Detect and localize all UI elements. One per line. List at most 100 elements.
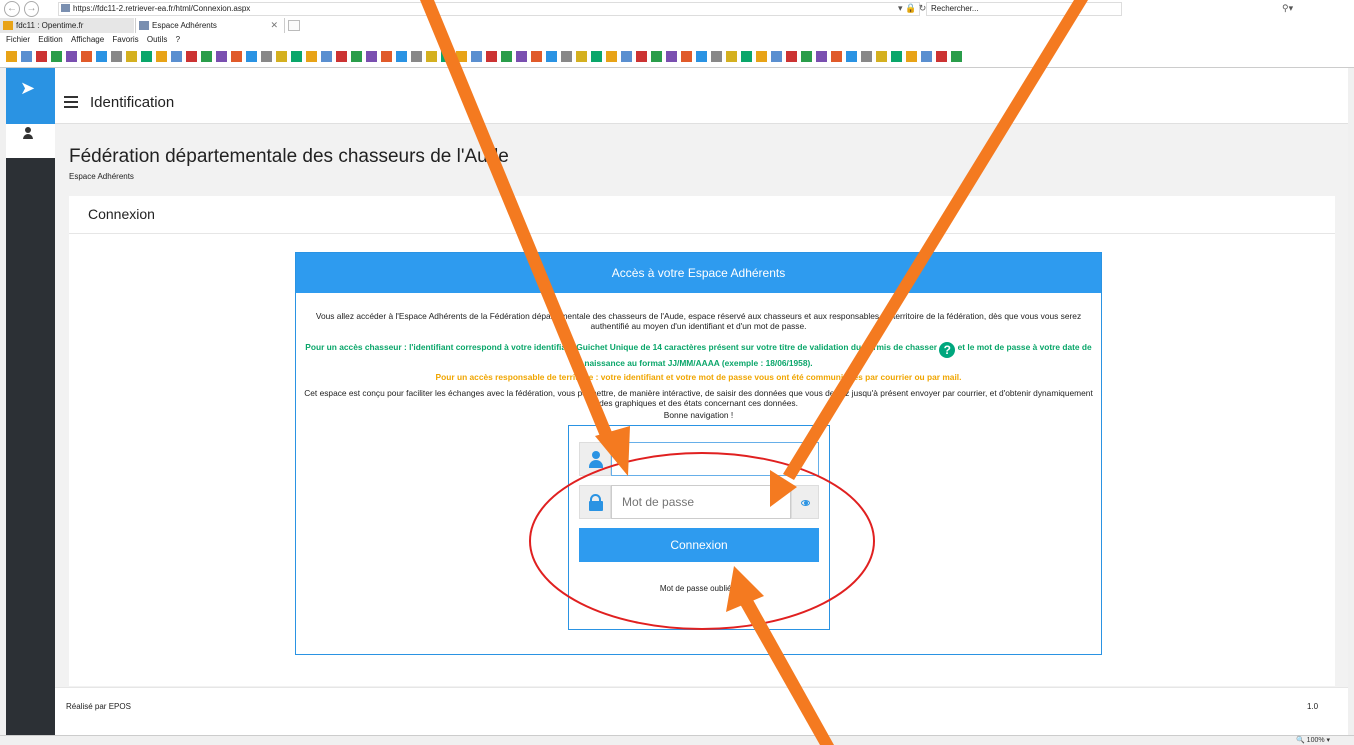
bookmark-icon[interactable] bbox=[21, 51, 32, 62]
bookmark-icon[interactable] bbox=[291, 51, 302, 62]
menu-fichier[interactable]: Fichier bbox=[6, 33, 30, 46]
bookmark-icon[interactable] bbox=[936, 51, 947, 62]
bookmark-icon[interactable] bbox=[501, 51, 512, 62]
bookmark-icon[interactable] bbox=[636, 51, 647, 62]
bookmark-icon[interactable] bbox=[771, 51, 782, 62]
close-icon[interactable]: ✕ bbox=[270, 18, 278, 33]
bookmark-icon[interactable] bbox=[846, 51, 857, 62]
bookmark-icon[interactable] bbox=[831, 51, 842, 62]
bookmark-icon[interactable] bbox=[681, 51, 692, 62]
bookmark-icon[interactable] bbox=[66, 51, 77, 62]
bookmark-icon[interactable] bbox=[231, 51, 242, 62]
bookmark-icon[interactable] bbox=[156, 51, 167, 62]
connexion-button[interactable]: Connexion bbox=[579, 528, 819, 562]
bookmark-icon[interactable] bbox=[6, 51, 17, 62]
site-favicon-icon bbox=[139, 21, 149, 30]
bookmark-icon[interactable] bbox=[426, 51, 437, 62]
zoom-level[interactable]: 🔍 100% ▾ bbox=[1296, 736, 1330, 744]
bookmark-icon[interactable] bbox=[351, 51, 362, 62]
bookmark-icon[interactable] bbox=[666, 51, 677, 62]
bookmark-icon[interactable] bbox=[606, 51, 617, 62]
bookmark-icon[interactable] bbox=[471, 51, 482, 62]
bookmark-icon[interactable] bbox=[306, 51, 317, 62]
bookmark-icon[interactable] bbox=[741, 51, 752, 62]
bookmark-icon[interactable] bbox=[651, 51, 662, 62]
bookmark-icon[interactable] bbox=[921, 51, 932, 62]
bookmark-icon[interactable] bbox=[801, 51, 812, 62]
bookmark-icon[interactable] bbox=[396, 51, 407, 62]
search-icon[interactable]: ⚲▾ bbox=[1282, 3, 1293, 14]
access-panel: Accès à votre Espace Adhérents Vous alle… bbox=[295, 252, 1102, 655]
bookmark-icon[interactable] bbox=[51, 51, 62, 62]
menu-favoris[interactable]: Favoris bbox=[112, 33, 138, 46]
bookmark-icon[interactable] bbox=[81, 51, 92, 62]
bookmark-icon[interactable] bbox=[456, 51, 467, 62]
bookmark-icon[interactable] bbox=[336, 51, 347, 62]
address-bar[interactable]: https://fdc11-2.retriever-ea.fr/html/Con… bbox=[58, 2, 920, 16]
forgot-password-link[interactable]: Mot de passe oublié ? bbox=[579, 584, 819, 593]
bookmark-icon[interactable] bbox=[36, 51, 47, 62]
bookmark-icon[interactable] bbox=[951, 51, 962, 62]
eye-icon[interactable] bbox=[791, 485, 819, 519]
hunter-info: Pour un accès chasseur : l'identifiant c… bbox=[304, 342, 1093, 368]
menu-edition[interactable]: Edition bbox=[38, 33, 62, 46]
bookmark-icon[interactable] bbox=[546, 51, 557, 62]
app-sidebar: ➤ bbox=[6, 68, 55, 735]
new-tab-button[interactable] bbox=[288, 20, 300, 31]
bookmark-icon[interactable] bbox=[141, 51, 152, 62]
menu-affichage[interactable]: Affichage bbox=[71, 33, 104, 46]
password-input[interactable] bbox=[611, 485, 791, 519]
bookmark-icon[interactable] bbox=[711, 51, 722, 62]
dropdown-icon[interactable]: ▾ bbox=[898, 3, 903, 13]
person-icon bbox=[579, 442, 611, 476]
bookmark-icon[interactable] bbox=[111, 51, 122, 62]
menu-help[interactable]: ? bbox=[176, 33, 180, 46]
bookmark-icon[interactable] bbox=[186, 51, 197, 62]
identifier-input[interactable] bbox=[611, 442, 819, 476]
bookmark-icon[interactable] bbox=[486, 51, 497, 62]
bookmark-icon[interactable] bbox=[381, 51, 392, 62]
bookmark-icon[interactable] bbox=[216, 51, 227, 62]
bookmark-icon[interactable] bbox=[366, 51, 377, 62]
bookmark-icon[interactable] bbox=[201, 51, 212, 62]
bookmark-icon[interactable] bbox=[276, 51, 287, 62]
bookmark-icon[interactable] bbox=[876, 51, 887, 62]
topbar-title: Identification bbox=[90, 94, 175, 111]
bookmark-icon[interactable] bbox=[321, 51, 332, 62]
bookmark-icon[interactable] bbox=[261, 51, 272, 62]
tab-opentime[interactable]: fdc11 : Opentime.fr bbox=[0, 18, 134, 33]
bookmark-icon[interactable] bbox=[441, 51, 452, 62]
bookmark-icon[interactable] bbox=[246, 51, 257, 62]
favorites-bar bbox=[0, 46, 1354, 68]
back-arrow-icon[interactable]: ← bbox=[4, 1, 20, 17]
bookmark-icon[interactable] bbox=[531, 51, 542, 62]
bookmark-icon[interactable] bbox=[576, 51, 587, 62]
address-tools[interactable]: ▾ 🔒 ↻ bbox=[898, 3, 926, 14]
bookmark-icon[interactable] bbox=[411, 51, 422, 62]
hamburger-icon[interactable] bbox=[64, 96, 78, 108]
bookmark-icon[interactable] bbox=[621, 51, 632, 62]
bookmark-icon[interactable] bbox=[906, 51, 917, 62]
bookmark-icon[interactable] bbox=[816, 51, 827, 62]
sidebar-logo[interactable]: ➤ bbox=[6, 68, 55, 124]
tab-espace-adherents[interactable]: Espace Adhérents ✕ bbox=[135, 18, 285, 33]
search-input[interactable]: Rechercher... bbox=[926, 2, 1122, 16]
bookmark-icon[interactable] bbox=[561, 51, 572, 62]
bookmark-icon[interactable] bbox=[96, 51, 107, 62]
bookmark-icon[interactable] bbox=[756, 51, 767, 62]
page-title: Fédération départementale des chasseurs … bbox=[69, 146, 509, 167]
bookmark-icon[interactable] bbox=[516, 51, 527, 62]
menu-outils[interactable]: Outils bbox=[147, 33, 167, 46]
bookmark-icon[interactable] bbox=[861, 51, 872, 62]
bookmark-icon[interactable] bbox=[726, 51, 737, 62]
screen: ← → https://fdc11-2.retriever-ea.fr/html… bbox=[0, 0, 1354, 745]
forward-arrow-icon[interactable]: → bbox=[24, 1, 39, 17]
bookmark-icon[interactable] bbox=[171, 51, 182, 62]
bookmark-icon[interactable] bbox=[591, 51, 602, 62]
bookmark-icon[interactable] bbox=[786, 51, 797, 62]
bookmark-icon[interactable] bbox=[891, 51, 902, 62]
bookmark-icon[interactable] bbox=[126, 51, 137, 62]
bookmark-icon[interactable] bbox=[696, 51, 707, 62]
help-icon[interactable]: ? bbox=[939, 342, 956, 358]
sidebar-item-user[interactable] bbox=[6, 124, 55, 158]
